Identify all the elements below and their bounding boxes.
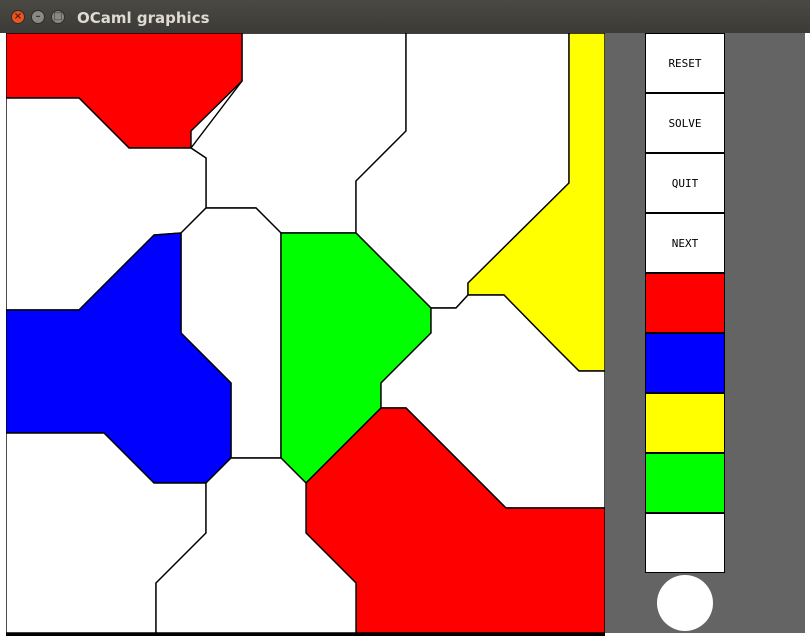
map-canvas[interactable] <box>6 33 605 633</box>
solve-button[interactable]: SOLVE <box>645 93 725 153</box>
control-panel: RESET SOLVE QUIT NEXT <box>605 33 805 633</box>
color-swatch-red[interactable] <box>645 273 725 333</box>
color-swatch-blue[interactable] <box>645 333 725 393</box>
map-bottom-border <box>6 633 605 636</box>
window-title: OCaml graphics <box>77 9 210 27</box>
color-swatch-white[interactable] <box>645 513 725 573</box>
color-swatch-yellow[interactable] <box>645 393 725 453</box>
reset-button[interactable]: RESET <box>645 33 725 93</box>
color-swatch-green[interactable] <box>645 453 725 513</box>
map-svg[interactable] <box>6 33 605 633</box>
next-button[interactable]: NEXT <box>645 213 725 273</box>
maximize-icon[interactable]: □ <box>51 10 65 24</box>
title-bar: × – □ OCaml graphics <box>0 0 810 33</box>
close-icon[interactable]: × <box>11 10 25 24</box>
minimize-icon[interactable]: – <box>31 10 45 24</box>
current-color-indicator <box>657 575 713 631</box>
quit-button[interactable]: QUIT <box>645 153 725 213</box>
